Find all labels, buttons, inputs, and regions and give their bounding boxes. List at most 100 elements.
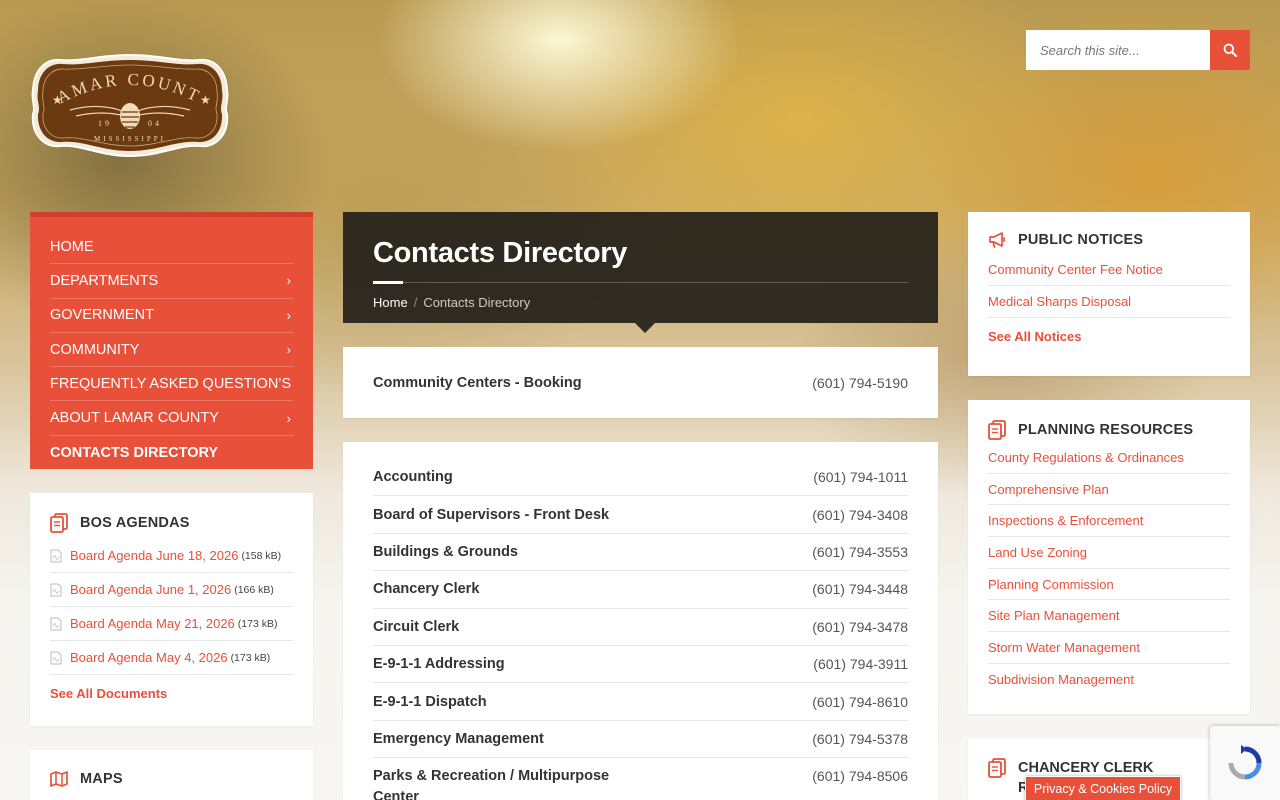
widget-title: PLANNING RESOURCES xyxy=(988,420,1230,440)
document-link[interactable]: Board Agenda June 1, 2026 (166 kB) xyxy=(50,573,293,607)
chevron-right-icon: › xyxy=(286,307,291,323)
planning-link[interactable]: Storm Water Management xyxy=(988,632,1230,664)
maps-widget: MAPS xyxy=(30,750,313,800)
contact-name: Emergency Management xyxy=(373,730,544,747)
contact-row: Circuit Clerk (601) 794-3478 xyxy=(373,609,908,646)
contact-phone-link[interactable]: (601) 794-5378 xyxy=(812,731,908,747)
nav-item-home[interactable]: HOME xyxy=(50,230,293,265)
pdf-file-icon xyxy=(50,617,62,630)
planning-resources-widget: PLANNING RESOURCES County Regulations & … xyxy=(968,400,1250,714)
contact-name: Circuit Clerk xyxy=(373,618,460,635)
planning-link[interactable]: Planning Commission xyxy=(988,569,1230,601)
contact-name: Community Centers - Booking xyxy=(373,374,582,391)
contact-name: E-9-1-1 Addressing xyxy=(373,656,505,673)
chevron-right-icon: › xyxy=(286,273,291,289)
recaptcha-badge[interactable] xyxy=(1210,726,1280,800)
contact-row: Parks & Recreation / Multipurpose Center… xyxy=(373,758,908,800)
documents-icon xyxy=(50,513,68,533)
divider-accent xyxy=(373,281,403,284)
nav-item-about[interactable]: ABOUT LAMAR COUNTY › xyxy=(50,401,293,436)
contact-phone-link[interactable]: (601) 794-3448 xyxy=(812,581,908,597)
nav-item-faq[interactable]: FREQUENTLY ASKED QUESTION’S xyxy=(50,367,293,402)
contact-phone-link[interactable]: (601) 794-3408 xyxy=(812,507,908,523)
svg-text:★: ★ xyxy=(52,93,63,107)
documents-icon xyxy=(988,420,1006,440)
contact-name: Buildings & Grounds xyxy=(373,543,518,560)
nav-item-contacts-directory[interactable]: CONTACTS DIRECTORY xyxy=(50,436,293,470)
document-link[interactable]: Board Agenda June 18, 2026 (158 kB) xyxy=(50,539,293,573)
map-icon xyxy=(50,771,68,787)
nav-item-departments[interactable]: DEPARTMENTS › xyxy=(50,264,293,299)
contact-name: E-9-1-1 Dispatch xyxy=(373,693,487,710)
header-pointer xyxy=(635,323,655,333)
widget-title: MAPS xyxy=(50,770,293,788)
contact-phone-link[interactable]: (601) 794-3478 xyxy=(812,619,908,635)
contact-row: Chancery Clerk (601) 794-3448 xyxy=(373,571,908,609)
page-header: Contacts Directory Home / Contacts Direc… xyxy=(343,212,938,333)
document-link[interactable]: Board Agenda May 4, 2026 (173 kB) xyxy=(50,641,293,675)
contact-row: E-9-1-1 Addressing (601) 794-3911 xyxy=(373,646,908,684)
document-link[interactable]: Board Agenda May 21, 2026 (173 kB) xyxy=(50,607,293,641)
contact-phone-link[interactable]: (601) 794-5190 xyxy=(812,375,908,391)
divider xyxy=(373,282,908,283)
megaphone-icon xyxy=(989,232,1005,248)
nav-item-label: HOME xyxy=(50,238,94,255)
contact-row: Emergency Management (601) 794-5378 xyxy=(373,721,908,759)
search-input[interactable] xyxy=(1026,30,1210,70)
search-icon xyxy=(1223,43,1237,57)
contact-row: Accounting (601) 794-1011 xyxy=(373,459,908,497)
privacy-cookies-policy-button[interactable]: Privacy & Cookies Policy xyxy=(1025,776,1181,800)
nav-item-label: GOVERNMENT xyxy=(50,307,154,324)
contact-row: Buildings & Grounds (601) 794-3553 xyxy=(373,534,908,572)
svg-text:★: ★ xyxy=(200,93,211,107)
svg-text:19: 19 xyxy=(98,119,112,128)
breadcrumb-current: Contacts Directory xyxy=(423,295,531,310)
planning-link[interactable]: Comprehensive Plan xyxy=(988,474,1230,506)
breadcrumb: Home / Contacts Directory xyxy=(373,295,530,310)
contact-name: Parks & Recreation / Multipurpose Center xyxy=(373,768,610,800)
planning-link[interactable]: County Regulations & Ordinances xyxy=(988,442,1230,474)
breadcrumb-separator: / xyxy=(413,295,418,310)
search-button[interactable] xyxy=(1210,30,1250,70)
documents-icon xyxy=(988,758,1006,778)
svg-text:04: 04 xyxy=(148,119,162,128)
contact-name: Chancery Clerk xyxy=(373,581,480,598)
breadcrumb-home-link[interactable]: Home xyxy=(373,295,408,310)
contacts-list: Accounting (601) 794-1011 Board of Super… xyxy=(343,442,938,800)
widget-title: BOS AGENDAS xyxy=(50,513,293,533)
nav-item-label: CONTACTS DIRECTORY xyxy=(50,444,219,461)
nav-item-label: COMMUNITY xyxy=(50,341,140,358)
page-title: Contacts Directory xyxy=(373,237,628,269)
bos-agendas-widget: BOS AGENDAS Board Agenda June 18, 2026 (1… xyxy=(30,493,313,726)
contact-phone-link[interactable]: (601) 794-3553 xyxy=(812,544,908,560)
nav-item-label: ABOUT LAMAR COUNTY xyxy=(50,410,219,427)
contact-phone-link[interactable]: (601) 794-8610 xyxy=(812,694,908,710)
planning-link[interactable]: Land Use Zoning xyxy=(988,537,1230,569)
nav-item-label: FREQUENTLY ASKED QUESTION’S xyxy=(50,375,292,392)
notice-link[interactable]: Community Center Fee Notice xyxy=(988,254,1230,286)
contact-row: Board of Supervisors - Front Desk (601) … xyxy=(373,496,908,534)
contact-phone-link[interactable]: (601) 794-3911 xyxy=(813,656,908,672)
pdf-file-icon xyxy=(50,583,62,596)
pdf-file-icon xyxy=(50,651,62,664)
nav-item-government[interactable]: GOVERNMENT › xyxy=(50,299,293,333)
recaptcha-icon xyxy=(1228,745,1262,780)
see-all-notices-link[interactable]: See All Notices xyxy=(988,329,1081,344)
see-all-documents-link[interactable]: See All Documents xyxy=(50,686,167,701)
planning-link[interactable]: Inspections & Enforcement xyxy=(988,505,1230,538)
chevron-right-icon: › xyxy=(286,342,291,358)
featured-contact-card: Community Centers - Booking (601) 794-51… xyxy=(343,347,938,418)
contact-row: E-9-1-1 Dispatch (601) 794-8610 xyxy=(373,683,908,721)
nav-item-community[interactable]: COMMUNITY › xyxy=(50,333,293,368)
chevron-right-icon: › xyxy=(286,410,291,426)
public-notices-widget: PUBLIC NOTICES Community Center Fee Noti… xyxy=(968,212,1250,376)
contact-phone-link[interactable]: (601) 794-8506 xyxy=(812,768,908,784)
planning-link[interactable]: Site Plan Management xyxy=(988,600,1230,633)
nav-item-label: DEPARTMENTS xyxy=(50,272,159,289)
site-logo[interactable]: LAMAR COUNTY ★ ★ 19 04 MISSISSIPPI xyxy=(22,37,230,160)
planning-link[interactable]: Subdivision Management xyxy=(988,664,1230,696)
contact-phone-link[interactable]: (601) 794-1011 xyxy=(813,469,908,485)
main-nav: HOME DEPARTMENTS › GOVERNMENT › COMMUNIT… xyxy=(30,212,313,469)
notice-link[interactable]: Medical Sharps Disposal xyxy=(988,286,1230,318)
widget-title: PUBLIC NOTICES xyxy=(988,232,1230,248)
